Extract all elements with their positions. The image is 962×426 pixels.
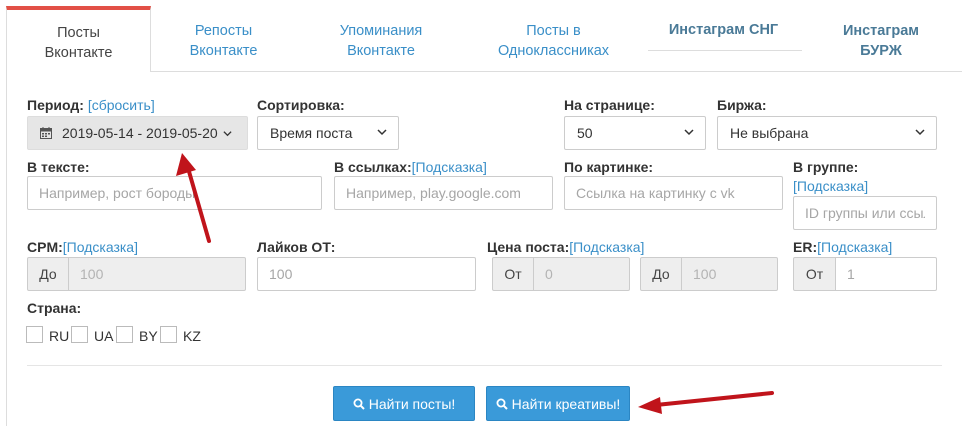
country-label-ru: RU: [49, 328, 70, 344]
chevron-down-icon: [223, 130, 232, 136]
cpm-field: [68, 257, 246, 291]
in-group-input[interactable]: [794, 197, 936, 229]
by-image-label: По картинке:: [564, 159, 654, 175]
period-label: Период: [сбросить]: [27, 97, 155, 113]
country-checkbox-ru[interactable]: [26, 326, 43, 343]
sort-label: Сортировка:: [257, 97, 345, 113]
in-text-field: [27, 176, 322, 210]
likes-from-label: Лайков ОТ:: [257, 239, 336, 255]
cpm-input[interactable]: [69, 258, 245, 290]
per-page-value: 50: [577, 125, 593, 141]
er-field: [835, 257, 937, 291]
tab-ok-posts[interactable]: Посты в Одноклассниках: [466, 6, 641, 72]
period-date-range-picker[interactable]: 2019-05-14 - 2019-05-20: [27, 116, 248, 150]
post-price-label: Цена поста:[Подсказка]: [487, 239, 645, 255]
tab-underline: [648, 50, 802, 51]
calendar-icon: [40, 127, 52, 139]
post-price-from-input[interactable]: [534, 258, 629, 290]
tab-label: Посты: [57, 25, 100, 41]
chevron-down-icon: [377, 129, 387, 136]
cpm-label: CPM:[Подсказка]: [27, 239, 138, 255]
chevron-down-icon: [915, 129, 925, 136]
country-label-ua: UA: [94, 328, 114, 344]
country-label: Страна:: [27, 300, 82, 316]
tab-label: Одноклассниках: [497, 43, 610, 59]
er-input[interactable]: [836, 258, 936, 290]
by-image-input[interactable]: [565, 177, 782, 209]
country-checkbox-by[interactable]: [116, 326, 133, 343]
search-icon: [496, 398, 508, 410]
tab-label: Упоминания: [339, 23, 423, 39]
in-group-field: [793, 196, 937, 230]
exchange-value: Не выбрана: [730, 125, 809, 141]
post-price-to-field: [681, 257, 778, 291]
in-text-input[interactable]: [28, 177, 321, 209]
tab-instagram-cis[interactable]: Инстаграм СНГ: [641, 6, 806, 72]
per-page-select[interactable]: 50: [564, 116, 706, 150]
country-label-kz: KZ: [183, 328, 201, 344]
er-addon: От: [793, 257, 836, 291]
exchange-select[interactable]: Не выбрана: [717, 116, 937, 150]
in-links-input[interactable]: [335, 177, 552, 209]
in-text-label: В тексте:: [27, 159, 90, 175]
post-price-to-addon: До: [640, 257, 682, 291]
in-links-label: В ссылках:[Подсказка]: [334, 159, 487, 175]
tab-instagram-foreign[interactable]: Инстаграм БУРЖ: [806, 6, 956, 72]
sort-value: Время поста: [270, 125, 353, 141]
tab-label: Репосты: [194, 23, 253, 39]
tab-label: Инстаграм: [842, 23, 920, 39]
likes-from-input[interactable]: [258, 258, 475, 290]
tab-vk-mentions[interactable]: Упоминания Вконтакте: [296, 6, 466, 72]
tab-bar: Посты Вконтакте Репосты Вконтакте Упоминан…: [0, 0, 962, 72]
post-price-to-input[interactable]: [682, 258, 777, 290]
find-posts-button[interactable]: Найти посты!: [333, 386, 475, 421]
in-group-label: В группе:: [793, 159, 859, 175]
post-price-hint-link[interactable]: [Подсказка]: [569, 239, 644, 255]
country-label-by: BY: [139, 328, 158, 344]
er-label: ER:[Подсказка]: [793, 239, 893, 255]
sort-select[interactable]: Время поста: [257, 116, 399, 150]
cpm-hint-link[interactable]: [Подсказка]: [63, 239, 138, 255]
post-price-from-addon: От: [492, 257, 534, 291]
divider: [27, 365, 942, 366]
tab-label: Вконтакте: [189, 43, 258, 59]
tab-label: Посты в: [526, 23, 581, 39]
country-checkbox-ua[interactable]: [71, 326, 88, 343]
tab-vk-posts[interactable]: Посты Вконтакте: [6, 6, 151, 72]
cpm-addon: До: [27, 257, 69, 291]
period-value: 2019-05-14 - 2019-05-20: [62, 125, 218, 141]
find-creatives-button[interactable]: Найти креативы!: [486, 386, 630, 421]
chevron-down-icon: [684, 129, 694, 136]
exchange-label: Биржа:: [717, 97, 767, 113]
country-checkbox-kz[interactable]: [160, 326, 177, 343]
tab-label: Вконтакте: [347, 43, 415, 59]
in-links-field: [334, 176, 553, 210]
by-image-field: [564, 176, 783, 210]
find-creatives-label: Найти креативы!: [511, 395, 621, 412]
er-hint-link[interactable]: [Подсказка]: [817, 239, 892, 255]
search-icon: [353, 398, 365, 410]
tab-label: БУРЖ: [860, 43, 902, 59]
find-posts-label: Найти посты!: [368, 395, 456, 412]
tab-vk-reposts[interactable]: Репосты Вконтакте: [151, 6, 296, 72]
post-price-from-field: [533, 257, 630, 291]
in-group-hint-link[interactable]: [Подсказка]: [793, 178, 868, 194]
likes-from-field: [257, 257, 476, 291]
tab-label: Вконтакте: [44, 45, 113, 61]
period-reset-link[interactable]: [сбросить]: [88, 97, 155, 113]
in-links-hint-link[interactable]: [Подсказка]: [412, 159, 487, 175]
per-page-label: На странице:: [564, 97, 655, 113]
tab-label: Инстаграм СНГ: [668, 22, 779, 38]
